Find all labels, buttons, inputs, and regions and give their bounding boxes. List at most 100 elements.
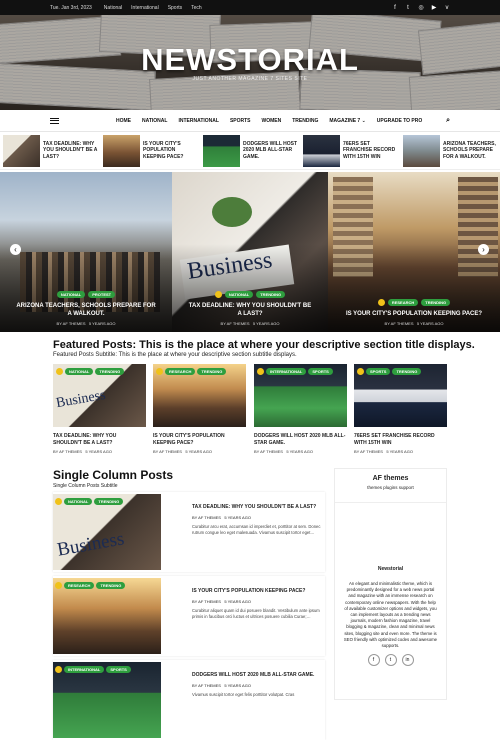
featured-section-title: Featured Posts: This is the place at whe…	[53, 339, 475, 351]
widget-description: An elegant and minimalistic theme, which…	[343, 581, 438, 649]
widget-heading: AF themes	[372, 475, 409, 482]
linkedin-icon[interactable]: in	[401, 654, 414, 667]
featured-card[interactable]: SPORTS TRENDING 76ERS SET FRANCHISE RECOR…	[354, 364, 447, 454]
headline-ticker: TAX DEADLINE: WHY YOU SHOULDN'T BE A LAS…	[0, 132, 500, 170]
nav-sports[interactable]: SPORTS	[230, 118, 251, 124]
list-item[interactable]: RESEARCH TRENDING IS YOUR CITY'S POPULATI…	[53, 576, 325, 656]
slide-title[interactable]: TAX DEADLINE: WHY YOU SHOULDN'T BE A LAS…	[172, 302, 328, 318]
ticker-thumb	[303, 134, 340, 167]
featured-title[interactable]: TAX DEADLINE: WHY YOU SHOULDN'T BE A LAS…	[53, 433, 146, 446]
featured-card[interactable]: RESEARCH TRENDING IS YOUR CITY'S POPULATI…	[153, 364, 246, 454]
top-link-tech[interactable]: Tech	[191, 5, 202, 11]
ticker-thumb	[103, 134, 140, 167]
category-tag[interactable]: TRENDING	[96, 582, 126, 589]
nav-national[interactable]: NATIONAL	[142, 118, 167, 124]
facebook-icon[interactable]: f	[367, 654, 380, 667]
search-icon[interactable]: ⌕	[446, 117, 450, 125]
featured-card[interactable]: INTERNATIONAL SPORTS DODGERS WILL HOST 20…	[254, 364, 347, 454]
category-tag[interactable]: SPORTS	[366, 368, 391, 375]
featured-title[interactable]: 76ERS SET FRANCHISE RECORD WITH 15TH WIN	[354, 433, 447, 446]
twitter-icon[interactable]: t	[405, 5, 411, 11]
featured-image[interactable]: INTERNATIONAL SPORTS	[254, 364, 347, 427]
facebook-icon[interactable]: f	[392, 5, 398, 11]
ticker-item[interactable]: TAX DEADLINE: WHY YOU SHOULDN'T BE A LAS…	[3, 132, 99, 169]
category-tag[interactable]: RESEARCH	[64, 582, 95, 589]
list-item[interactable]: Business NATIONAL TRENDING TAX DEADLINE: …	[53, 492, 325, 572]
featured-card[interactable]: Business NATIONAL TRENDING TAX DEADLINE: …	[53, 364, 146, 454]
nav-trending[interactable]: TRENDING	[292, 118, 318, 124]
site-title[interactable]: NEWSTORIAL	[0, 42, 500, 78]
widget-image	[340, 508, 441, 558]
widget-subheading: themes plugins support	[367, 485, 414, 490]
category-tag[interactable]: NATIONAL	[56, 291, 86, 298]
main-slider: NATIONAL PROTEST ARIZONA TEACHERS, SCHOOL…	[0, 172, 500, 332]
top-link-sports[interactable]: Sports	[168, 5, 182, 11]
menu-icon[interactable]	[50, 117, 59, 124]
twitter-icon[interactable]: t	[384, 654, 397, 667]
main-nav: HOME NATIONAL INTERNATIONAL SPORTS WOMEN…	[0, 110, 500, 132]
post-title[interactable]: TAX DEADLINE: WHY YOU SHOULDN'T BE A LAS…	[192, 504, 321, 511]
nav-women[interactable]: WOMEN	[262, 118, 282, 124]
featured-title[interactable]: DODGERS WILL HOST 2020 MLB ALL-STAR GAME…	[254, 433, 347, 446]
featured-image[interactable]: Business NATIONAL TRENDING	[53, 364, 146, 427]
category-tag[interactable]: INTERNATIONAL	[64, 666, 105, 673]
nav-home[interactable]: HOME	[116, 118, 131, 124]
social-links: f t ◎ ▶ v	[392, 5, 450, 12]
post-excerpt: Curabitur arcu erat, accumsan id imperdi…	[192, 523, 321, 535]
slider-next-button[interactable]: ›	[478, 244, 489, 255]
category-tag[interactable]: NATIONAL	[64, 498, 93, 505]
post-image[interactable]: INTERNATIONAL SPORTS	[53, 662, 161, 738]
category-tag[interactable]: RESEARCH	[165, 368, 196, 375]
slide-right[interactable]: RESEARCH TRENDING IS YOUR CITY'S POPULATI…	[328, 172, 500, 332]
category-tag[interactable]: NATIONAL	[224, 291, 254, 298]
chevron-left-icon: ‹	[14, 245, 17, 254]
category-tag[interactable]: SPORTS	[106, 666, 131, 673]
top-bar: Tue. Jan 3rd, 2023 National Internationa…	[0, 0, 500, 15]
nav-international[interactable]: INTERNATIONAL	[178, 118, 218, 124]
post-title[interactable]: IS YOUR CITY'S POPULATION KEEPING PACE?	[192, 588, 321, 595]
ticker-thumb	[203, 134, 240, 167]
ticker-item[interactable]: IS YOUR CITY'S POPULATION KEEPING PACE?	[103, 132, 199, 169]
category-tag[interactable]: SPORTS	[308, 368, 333, 375]
category-tag[interactable]: TRENDING	[421, 299, 451, 306]
slider-prev-button[interactable]: ‹	[10, 244, 21, 255]
slide-center[interactable]: Business NATIONALTRENDING TAX DEADLINE: …	[172, 172, 328, 332]
ticker-item[interactable]: 76ERS SET FRANCHISE RECORD WITH 15TH WIN	[303, 132, 399, 169]
ticker-thumb	[403, 134, 440, 167]
category-tag[interactable]: PROTEST	[88, 291, 116, 298]
category-tag[interactable]: INTERNATIONAL	[266, 368, 307, 375]
slide-title[interactable]: IS YOUR CITY'S POPULATION KEEPING PACE?	[328, 310, 500, 318]
post-title[interactable]: DODGERS WILL HOST 2020 MLB ALL-STAR GAME…	[192, 672, 314, 679]
category-tag[interactable]: TRENDING	[392, 368, 422, 375]
post-image[interactable]: RESEARCH TRENDING	[53, 578, 161, 654]
post-image[interactable]: Business NATIONAL TRENDING	[53, 494, 161, 570]
ticker-item[interactable]: ARIZONA TEACHERS, SCHOOLS PREPARE FOR A …	[403, 132, 499, 169]
category-tag[interactable]: TRENDING	[94, 498, 124, 505]
category-tag[interactable]: TRENDING	[197, 368, 227, 375]
category-tag[interactable]: TRENDING	[256, 291, 286, 298]
category-tag[interactable]: TRENDING	[95, 368, 125, 375]
chevron-right-icon: ›	[482, 245, 485, 254]
slide-title[interactable]: ARIZONA TEACHERS, SCHOOLS PREPARE FOR A …	[0, 302, 172, 318]
instagram-icon[interactable]: ◎	[418, 5, 424, 11]
slide-left[interactable]: NATIONAL PROTEST ARIZONA TEACHERS, SCHOOL…	[0, 172, 172, 332]
chevron-down-icon: ⌄	[361, 117, 366, 124]
top-link-national[interactable]: National	[104, 5, 122, 11]
top-link-international[interactable]: International	[131, 5, 159, 11]
featured-image[interactable]: RESEARCH TRENDING	[153, 364, 246, 427]
category-tag[interactable]: NATIONAL	[65, 368, 94, 375]
vk-icon[interactable]: v	[444, 5, 450, 11]
nav-magazine7[interactable]: MAGAZINE 7 ⌄	[329, 118, 365, 124]
ticker-item[interactable]: DODGERS WILL HOST 2020 MLB ALL-STAR GAME…	[203, 132, 299, 169]
post-excerpt: Vivamus suscipit tortor eget felis portt…	[192, 691, 295, 697]
featured-title[interactable]: IS YOUR CITY'S POPULATION KEEPING PACE?	[153, 433, 246, 446]
list-item[interactable]: INTERNATIONAL SPORTS DODGERS WILL HOST 20…	[53, 660, 325, 740]
post-excerpt: Curabitur aliquet quam id dui posuere bl…	[192, 607, 320, 619]
featured-image[interactable]: SPORTS TRENDING	[354, 364, 447, 427]
site-tagline: JUST ANOTHER MAGAZINE 7 SITES SITE	[192, 76, 308, 82]
current-date: Tue. Jan 3rd, 2023	[50, 4, 92, 11]
category-tag[interactable]: RESEARCH	[387, 299, 419, 306]
nav-upgrade[interactable]: UPGRADE TO PRO	[377, 118, 422, 124]
featured-section-subtitle: Featured Posts Subtitle: This is the pla…	[53, 352, 297, 358]
youtube-icon[interactable]: ▶	[431, 5, 437, 11]
